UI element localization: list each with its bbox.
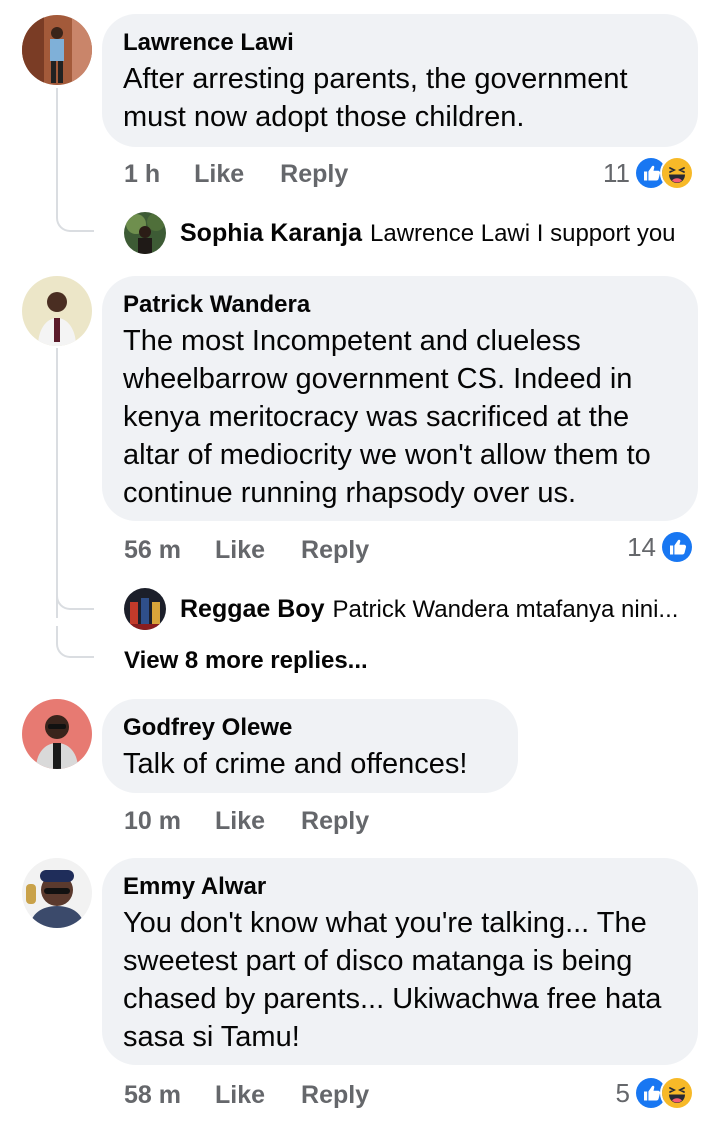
comment-bubble: Patrick Wandera The most Incompetent and… bbox=[102, 276, 698, 521]
reaction-count: 5 bbox=[615, 1077, 630, 1108]
reply-button[interactable]: Reply bbox=[301, 806, 369, 836]
reply-button[interactable]: Reply bbox=[301, 535, 369, 565]
thread-connector bbox=[56, 626, 94, 658]
comment-time[interactable]: 10 m bbox=[124, 806, 181, 836]
reply-item[interactable]: Reggae Boy Patrick Wandera mtafanya nini.… bbox=[124, 588, 678, 630]
reaction-summary[interactable]: 11 bbox=[603, 156, 694, 190]
reply-button[interactable]: Reply bbox=[301, 1080, 369, 1110]
comment-bubble: Godfrey Olewe Talk of crime and offences… bbox=[102, 699, 518, 793]
comment-actions: 10 m Like Reply bbox=[124, 806, 369, 836]
reply-text: Patrick Wandera mtafanya nini... bbox=[332, 595, 679, 623]
comment-text: The most Incompetent and clueless wheelb… bbox=[123, 325, 651, 509]
comment-author[interactable]: Godfrey Olewe bbox=[123, 713, 496, 743]
comment-actions: 56 m Like Reply bbox=[124, 535, 369, 565]
view-more-replies-link[interactable]: View 8 more replies... bbox=[124, 647, 368, 675]
reaction-summary[interactable]: 14 bbox=[627, 530, 694, 564]
haha-icon bbox=[660, 1076, 694, 1110]
like-button[interactable]: Like bbox=[215, 1080, 265, 1110]
reply-text: Lawrence Lawi I support you bbox=[370, 219, 676, 247]
reply-button[interactable]: Reply bbox=[280, 159, 348, 189]
avatar[interactable] bbox=[22, 276, 92, 346]
reaction-summary[interactable]: 5 bbox=[616, 1076, 694, 1110]
reply-author[interactable]: Reggae Boy bbox=[180, 595, 324, 623]
comment-author[interactable]: Emmy Alwar bbox=[123, 872, 676, 902]
comment-actions: 58 m Like Reply bbox=[124, 1080, 369, 1110]
avatar[interactable] bbox=[124, 212, 166, 254]
comment-text: You don't know what you're talking... Th… bbox=[123, 907, 662, 1053]
thread-connector bbox=[56, 200, 94, 232]
avatar[interactable] bbox=[22, 858, 92, 928]
comment-author[interactable]: Lawrence Lawi bbox=[123, 28, 676, 58]
thread-connector bbox=[56, 578, 94, 610]
reply-item[interactable]: Sophia Karanja Lawrence Lawi I support yo… bbox=[124, 212, 676, 254]
comment-bubble: Emmy Alwar You don't know what you're ta… bbox=[102, 858, 698, 1065]
thread-line bbox=[56, 88, 58, 208]
comment-time[interactable]: 58 m bbox=[124, 1080, 181, 1110]
comment-time[interactable]: 1 h bbox=[124, 159, 160, 189]
avatar[interactable] bbox=[124, 588, 166, 630]
reaction-count: 11 bbox=[603, 157, 630, 188]
comment-bubble: Lawrence Lawi After arresting parents, t… bbox=[102, 14, 698, 147]
comment-time[interactable]: 56 m bbox=[124, 535, 181, 565]
comment-actions: 1 h Like Reply bbox=[124, 159, 348, 189]
like-button[interactable]: Like bbox=[215, 535, 265, 565]
like-button[interactable]: Like bbox=[194, 159, 244, 189]
avatar[interactable] bbox=[22, 699, 92, 769]
reaction-count: 14 bbox=[627, 531, 656, 562]
comment-author[interactable]: Patrick Wandera bbox=[123, 290, 676, 320]
reply-author[interactable]: Sophia Karanja bbox=[180, 219, 362, 247]
avatar[interactable] bbox=[22, 15, 92, 85]
haha-icon bbox=[660, 156, 694, 190]
comment-text: After arresting parents, the government … bbox=[123, 63, 628, 133]
like-button[interactable]: Like bbox=[215, 806, 265, 836]
like-icon bbox=[660, 530, 694, 564]
comment-text: Talk of crime and offences! bbox=[123, 748, 468, 780]
